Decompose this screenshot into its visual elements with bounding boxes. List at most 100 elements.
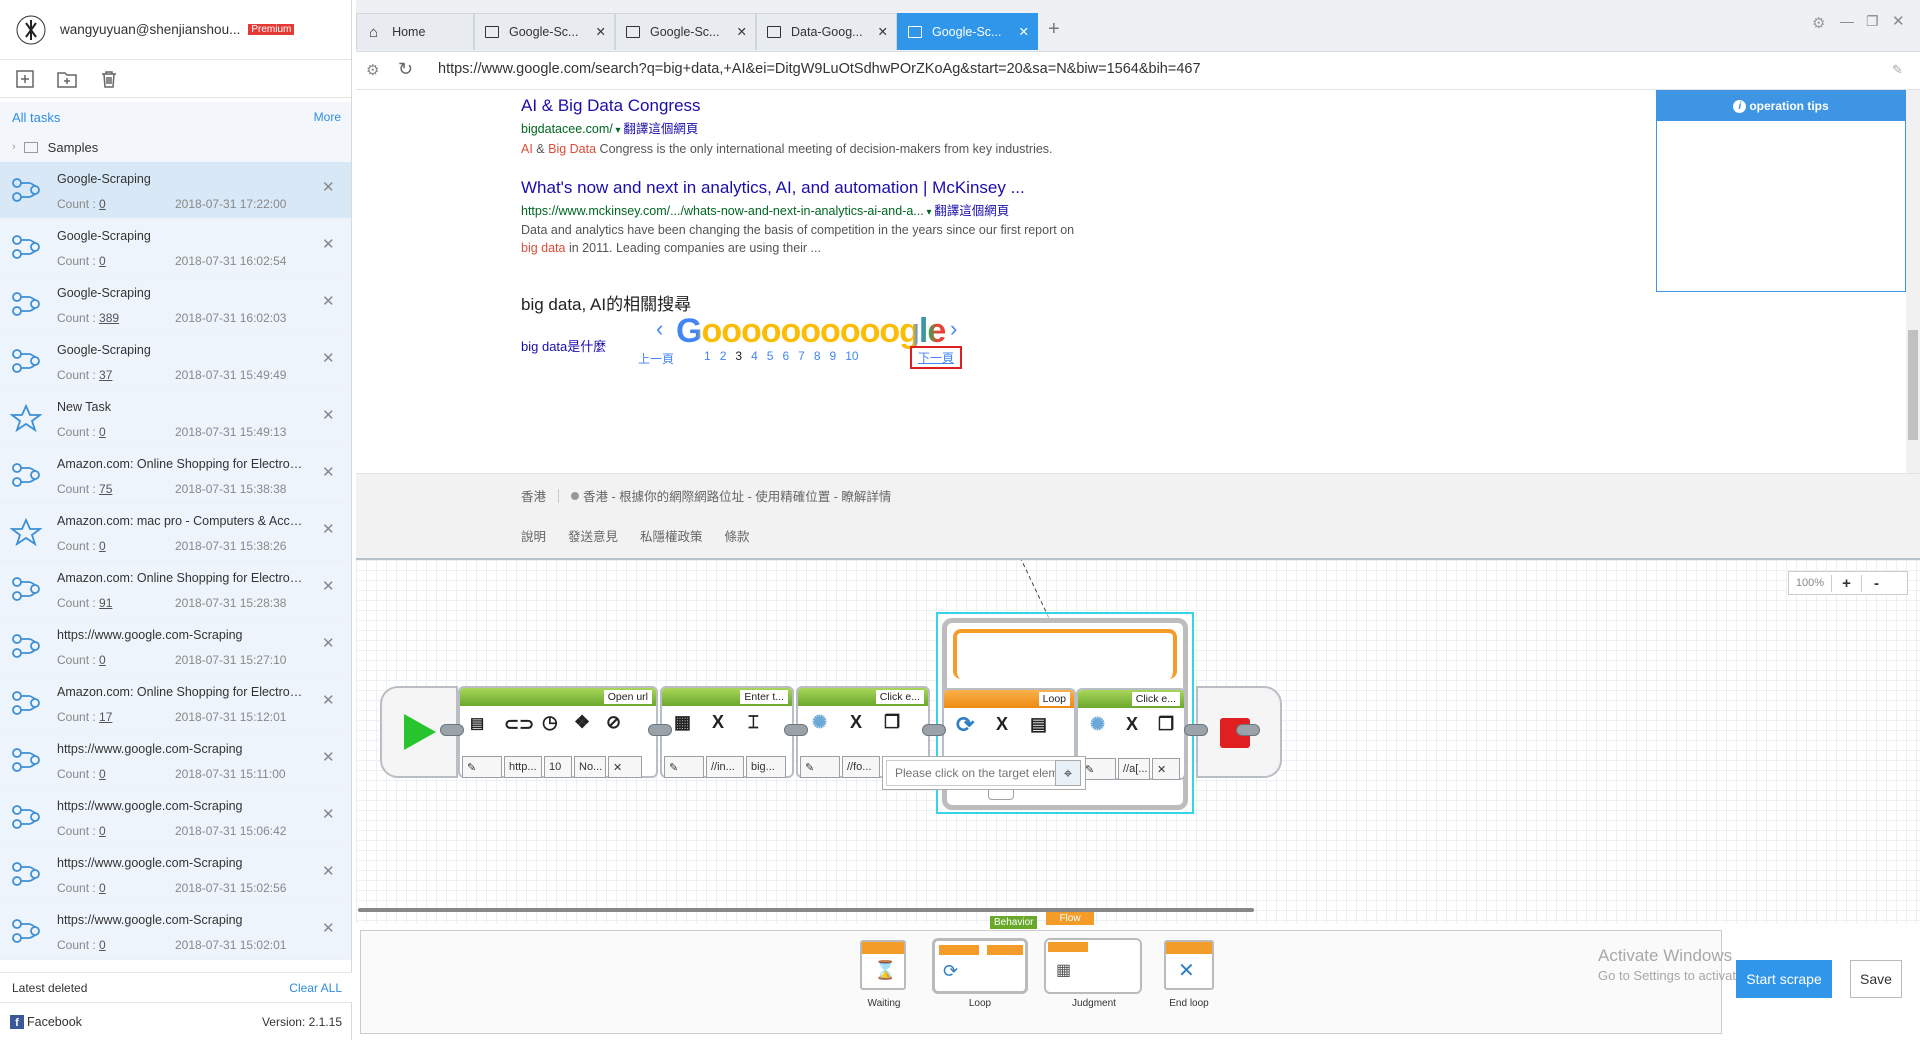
text-param[interactable]: big... — [746, 756, 786, 778]
close-icon[interactable]: ✕ — [322, 292, 335, 310]
palette-judgment[interactable]: ▦ — [1044, 938, 1142, 994]
palette-waiting[interactable]: ⌛ — [860, 940, 906, 990]
result-title[interactable]: AI & Big Data Congress — [521, 96, 1081, 116]
translate-link[interactable]: 翻譯這個網頁 — [934, 204, 1009, 218]
next-page-link[interactable]: 下一頁 — [910, 346, 962, 369]
task-item[interactable]: Amazon.com: Online Shopping for Electron… — [0, 447, 351, 504]
result-title[interactable]: What's now and next in analytics, AI, an… — [521, 178, 1121, 198]
close-icon[interactable]: ✕ — [322, 862, 335, 880]
xpath-param[interactable]: //a[... — [1118, 758, 1150, 780]
task-item[interactable]: Google-Scraping Count : 389 2018-07-31 16:… — [0, 276, 351, 333]
task-item[interactable]: Amazon.com: Online Shopping for Electron… — [0, 675, 351, 732]
close-icon[interactable]: ✕ — [322, 463, 335, 481]
url-param[interactable]: http... — [504, 756, 542, 778]
task-item[interactable]: New Task Count : 0 2018-07-31 15:49:13 ✕ — [0, 390, 351, 447]
zoom-in-button[interactable]: + — [1831, 574, 1861, 592]
page-link[interactable]: 6 — [782, 349, 789, 363]
page-link[interactable]: 5 — [767, 349, 774, 363]
start-scrape-button[interactable]: Start scrape — [1736, 960, 1832, 998]
prev-page-link[interactable]: 上一頁 — [638, 350, 674, 367]
canvas-scrollbar[interactable] — [356, 908, 1920, 914]
page-link[interactable]: 7 — [798, 349, 805, 363]
behavior-tab[interactable]: Behavior — [990, 916, 1038, 929]
enter-text-block[interactable]: Enter t... ▦ X ⌶ ✎ //in... big... — [660, 686, 794, 778]
edit-pencil-icon[interactable]: ✎ — [462, 756, 502, 778]
avatar[interactable] — [16, 15, 46, 45]
cookie-param[interactable]: No... — [574, 756, 606, 778]
page-link[interactable]: 3 — [735, 349, 742, 363]
close-window-icon[interactable]: ✕ — [1892, 12, 1905, 30]
edit-pencil-icon[interactable]: ✎ — [664, 756, 704, 778]
tab-google-scraping-active[interactable]: Google-Sc... ✕ — [897, 13, 1038, 50]
close-tab-icon[interactable]: ✕ — [596, 24, 606, 39]
page-link[interactable]: 9 — [830, 349, 837, 363]
tab-home[interactable]: ⌂ Home — [356, 13, 474, 50]
tab-google-scraping-2[interactable]: Google-Sc... ✕ — [615, 13, 756, 50]
edit-pencil-icon[interactable]: ✎ — [800, 756, 840, 778]
xpath-param[interactable]: //fo... — [842, 756, 880, 778]
footer-link[interactable]: 條款 — [725, 526, 750, 545]
next-chevron-icon[interactable]: › — [950, 316, 957, 342]
close-icon[interactable]: ✕ — [322, 919, 335, 937]
more-link[interactable]: More — [314, 110, 341, 124]
xpath-param[interactable]: //in... — [706, 756, 744, 778]
page-link[interactable]: 2 — [720, 349, 727, 363]
page-scrollbar[interactable] — [1906, 90, 1920, 473]
task-item[interactable]: Amazon.com: Online Shopping for Electron… — [0, 561, 351, 618]
facebook-link[interactable]: f Facebook — [10, 1014, 82, 1029]
page-link[interactable]: 4 — [751, 349, 758, 363]
flow-tab[interactable]: Flow — [1046, 912, 1094, 925]
target-element-input[interactable] — [886, 760, 1056, 786]
close-param-icon[interactable]: ✕ — [1152, 758, 1180, 780]
close-icon[interactable]: ✕ — [322, 577, 335, 595]
palette-end-loop[interactable]: ✕ — [1164, 940, 1214, 990]
close-icon[interactable]: ✕ — [322, 805, 335, 823]
page-link[interactable]: 1 — [704, 349, 711, 363]
new-tab-icon[interactable]: + — [1048, 18, 1060, 41]
close-icon[interactable]: ✕ — [322, 235, 335, 253]
click-element-block-2[interactable]: Click e... ✺ X ❐ ✎ //a[... ✕ — [1076, 688, 1186, 780]
save-button[interactable]: Save — [1850, 960, 1902, 998]
close-tab-icon[interactable]: ✕ — [1019, 24, 1029, 39]
prev-chevron-icon[interactable]: ‹ — [656, 316, 663, 342]
task-item[interactable]: Google-Scraping Count : 0 2018-07-31 17:22… — [0, 162, 351, 219]
settings-gear-icon[interactable]: ⚙ — [1812, 14, 1825, 32]
close-icon[interactable]: ✕ — [322, 349, 335, 367]
page-link[interactable]: 8 — [814, 349, 821, 363]
close-icon[interactable]: ✕ — [322, 406, 335, 424]
close-tab-icon[interactable]: ✕ — [878, 24, 888, 39]
task-item[interactable]: https://www.google.com-Scraping Count : 0… — [0, 846, 351, 903]
footer-link[interactable]: 說明 — [521, 526, 546, 545]
close-icon[interactable]: ✕ — [322, 691, 335, 709]
task-item[interactable]: Google-Scraping Count : 37 2018-07-31 15:4… — [0, 333, 351, 390]
close-param-icon[interactable]: ✕ — [608, 756, 642, 778]
palette-loop[interactable]: ⟳ — [932, 938, 1028, 994]
edit-pencil-icon[interactable]: ✎ — [1892, 62, 1903, 78]
close-icon[interactable]: ✕ — [322, 634, 335, 652]
restore-icon[interactable]: ❐ — [1866, 13, 1879, 30]
new-folder-icon[interactable] — [54, 66, 80, 92]
footer-link[interactable]: 私隱權政策 — [640, 526, 703, 545]
folder-samples[interactable]: › Samples — [0, 132, 351, 162]
close-icon[interactable]: ✕ — [322, 520, 335, 538]
footer-link[interactable]: 發送意見 — [568, 526, 618, 545]
trash-icon[interactable] — [96, 66, 122, 92]
close-icon[interactable]: ✕ — [322, 178, 335, 196]
gear-icon[interactable]: ⚙ — [366, 61, 379, 79]
task-item[interactable]: https://www.google.com-Scraping Count : 0… — [0, 732, 351, 789]
tab-google-scraping-1[interactable]: Google-Sc... ✕ — [474, 13, 615, 50]
zoom-out-button[interactable]: - — [1861, 574, 1891, 592]
tab-data-google[interactable]: Data-Goog... ✕ — [756, 13, 897, 50]
task-item[interactable]: https://www.google.com-Scraping Count : 0… — [0, 903, 351, 960]
task-item[interactable]: Amazon.com: mac pro - Computers & Acce..… — [0, 504, 351, 561]
task-item[interactable]: Google-Scraping Count : 0 2018-07-31 16:02… — [0, 219, 351, 276]
reload-icon[interactable]: ↻ — [398, 59, 413, 80]
timeout-param[interactable]: 10 — [544, 756, 572, 778]
close-tab-icon[interactable]: ✕ — [737, 24, 747, 39]
minimize-icon[interactable]: — — [1840, 13, 1854, 29]
translate-link[interactable]: 翻譯這個網頁 — [623, 122, 698, 136]
page-link[interactable]: 10 — [845, 349, 858, 363]
url-field[interactable]: https://www.google.com/search?q=big+data… — [438, 61, 1201, 77]
close-icon[interactable]: ✕ — [322, 748, 335, 766]
related-search-link[interactable]: big data是什麼 — [521, 336, 606, 355]
